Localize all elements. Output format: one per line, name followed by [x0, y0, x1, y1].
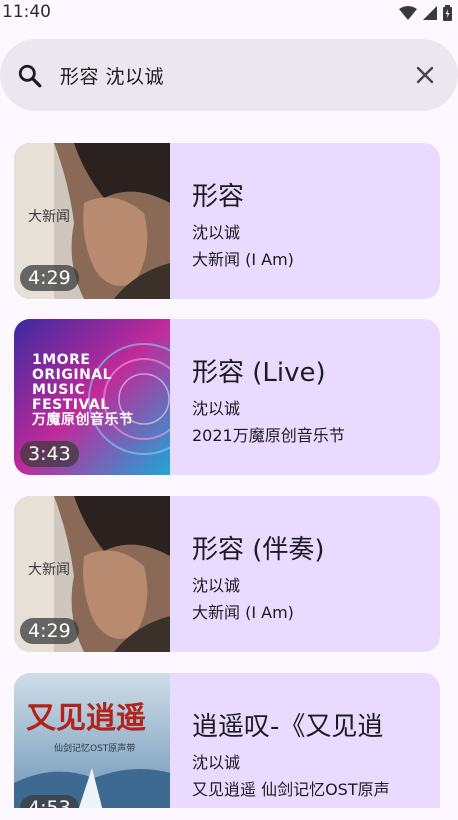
duration-badge: 4:29 — [20, 618, 79, 644]
song-card[interactable]: 1MORE ORIGINAL MUSIC FESTIVAL 万魔原创音乐节 3:… — [14, 319, 440, 475]
song-album: 2021万魔原创音乐节 — [192, 426, 345, 445]
battery-icon — [443, 5, 452, 21]
song-card[interactable]: 大新闻 4:29 形容 沈以诚 大新闻 (I Am) — [14, 143, 440, 299]
search-bar[interactable]: 形容 沈以诚 — [0, 39, 458, 111]
search-input[interactable]: 形容 沈以诚 — [60, 62, 164, 89]
cover-art-text: 又见逍遥 — [26, 701, 146, 736]
song-album: 大新闻 (I Am) — [192, 250, 294, 269]
song-title: 逍遥叹-《又见逍 — [192, 712, 384, 742]
song-artist: 沈以诚 — [192, 399, 241, 418]
duration-badge: 3:43 — [20, 441, 79, 467]
status-bar: 11:40 — [0, 0, 458, 26]
song-artist: 沈以诚 — [192, 576, 241, 595]
song-card[interactable]: 大新闻 4:29 形容 (伴奏) 沈以诚 大新闻 (I Am) — [14, 496, 440, 652]
album-cover: 大新闻 4:29 — [14, 496, 170, 652]
song-title: 形容 — [192, 182, 245, 212]
cover-text: 1MORE ORIGINAL MUSIC FESTIVAL 万魔原创音乐节 — [32, 352, 134, 428]
album-cover-art: 又见逍遥 仙剑记忆OST原声带 — [14, 673, 170, 808]
duration-badge: 4:29 — [20, 265, 79, 291]
album-cover: 又见逍遥 仙剑记忆OST原声带 4:53 — [14, 673, 170, 808]
song-album: 大新闻 (I Am) — [192, 603, 294, 622]
song-title: 形容 (伴奏) — [192, 535, 325, 565]
song-album: 又见逍遥 仙剑记忆OST原声 — [192, 780, 390, 799]
status-icons — [399, 5, 452, 21]
close-icon[interactable] — [416, 66, 434, 84]
song-artist: 沈以诚 — [192, 753, 241, 772]
album-cover: 大新闻 4:29 — [14, 143, 170, 299]
album-cover: 1MORE ORIGINAL MUSIC FESTIVAL 万魔原创音乐节 3:… — [14, 319, 200, 475]
cover-subtitle: 仙剑记忆OST原声带 — [54, 742, 135, 754]
song-artist: 沈以诚 — [192, 223, 241, 242]
wifi-icon — [399, 6, 417, 20]
song-list: 大新闻 4:29 形容 沈以诚 大新闻 (I Am) 1MORE ORIGINA… — [14, 143, 440, 808]
search-icon[interactable] — [17, 63, 43, 89]
duration-badge: 4:53 — [20, 795, 79, 808]
song-title: 形容 (Live) — [192, 358, 326, 388]
status-time: 11:40 — [2, 2, 51, 22]
cover-art-text: 大新闻 — [28, 209, 70, 225]
cover-art-text: 大新闻 — [28, 562, 70, 578]
song-card[interactable]: 又见逍遥 仙剑记忆OST原声带 4:53 逍遥叹-《又见逍 沈以诚 又见逍遥 仙… — [14, 673, 440, 808]
signal-icon — [423, 6, 437, 20]
